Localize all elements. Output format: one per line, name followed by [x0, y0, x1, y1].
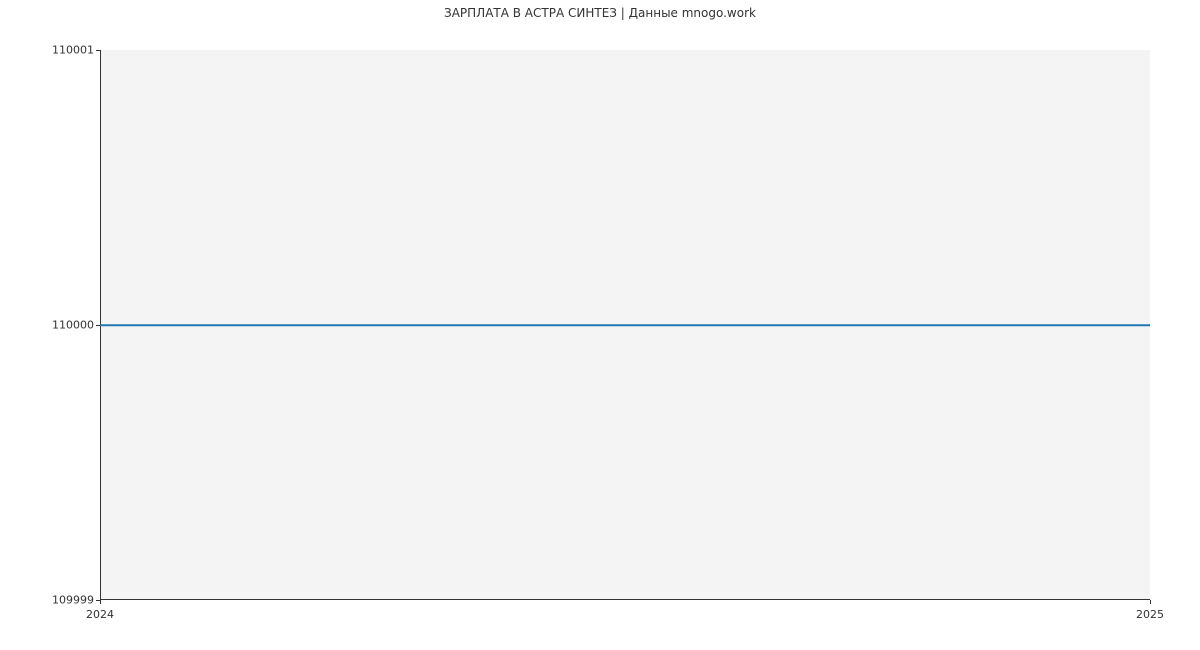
x-tick-label: 2024 [86, 608, 114, 621]
x-tick-mark [1150, 600, 1151, 604]
y-tick-label: 109999 [52, 594, 94, 607]
x-tick-mark [100, 600, 101, 604]
y-tick-mark [96, 50, 100, 51]
y-tick-label: 110001 [52, 44, 94, 57]
y-tick-label: 110000 [52, 319, 94, 332]
chart-line-series [100, 324, 1150, 326]
chart-title: ЗАРПЛАТА В АСТРА СИНТЕЗ | Данные mnogo.w… [0, 6, 1200, 20]
x-tick-label: 2025 [1136, 608, 1164, 621]
